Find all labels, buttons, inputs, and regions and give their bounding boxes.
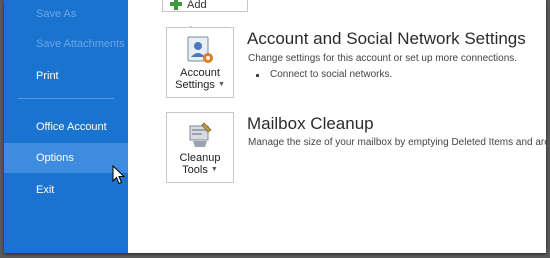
account-settings-icon	[187, 36, 213, 63]
sidebar-item-office-account[interactable]: Office Account	[4, 112, 128, 142]
account-settings-label-line1: Account	[180, 67, 220, 79]
section-desc-mailbox-cleanup: Manage the size of your mailbox by empty…	[248, 137, 546, 148]
bullet-icon	[256, 74, 259, 77]
account-settings-button[interactable]: Account Settings ▼	[166, 27, 234, 98]
backstage-window: Save As Save Attachments Print Office Ac…	[4, 0, 546, 253]
cleanup-tools-label-line1: Cleanup	[179, 152, 221, 164]
mouse-pointer-icon	[112, 165, 126, 185]
chevron-down-icon: ▼	[217, 81, 225, 89]
section-title-account-settings: Account and Social Network Settings	[247, 29, 526, 48]
cleanup-tools-icon	[189, 122, 212, 147]
chevron-down-icon: ▼	[210, 166, 218, 174]
cleanup-tools-label-text: Tools	[182, 164, 208, 176]
section-title-mailbox-cleanup: Mailbox Cleanup	[247, 114, 374, 133]
account-settings-label-line2: Settings ▼	[167, 79, 233, 91]
sidebar-item-save-as[interactable]: Save As	[4, 0, 128, 29]
backstage-sidebar: Save As Save Attachments Print Office Ac…	[4, 0, 128, 253]
cleanup-tools-label-line2: Tools ▼	[167, 164, 233, 176]
bullet-text: Connect to social networks.	[270, 69, 393, 80]
account-settings-label-text: Settings	[175, 79, 215, 91]
section-desc-account-settings: Change settings for this account or set …	[248, 53, 518, 64]
sidebar-item-print[interactable]: Print	[4, 61, 128, 91]
cleanup-tools-button[interactable]: Cleanup Tools ▼	[166, 112, 234, 183]
add-account-button[interactable]: Add Account	[162, 0, 248, 37]
plus-icon	[170, 0, 182, 10]
sidebar-item-options[interactable]: Options	[4, 143, 128, 173]
sidebar-item-save-attachments[interactable]: Save Attachments	[4, 29, 128, 59]
sidebar-divider	[18, 98, 114, 99]
sidebar-item-exit[interactable]: Exit	[4, 175, 128, 205]
bullet-connect-social: Connect to social networks.	[256, 69, 392, 80]
